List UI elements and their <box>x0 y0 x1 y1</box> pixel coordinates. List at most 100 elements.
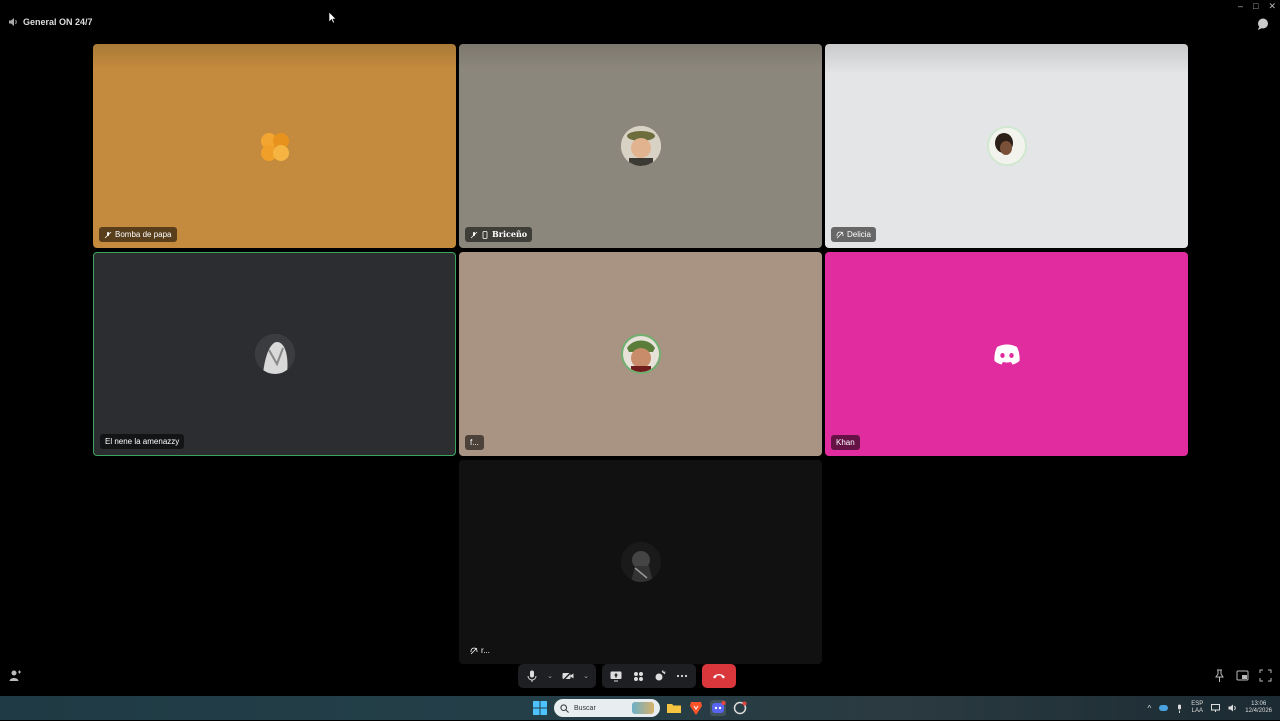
participant-name-tag: Bomba de papa <box>99 227 177 242</box>
participant-name: f... <box>470 438 479 447</box>
onedrive-icon[interactable] <box>1159 705 1169 711</box>
language-indicator[interactable]: ESP LAA <box>1191 701 1203 715</box>
screen-share-icon <box>610 671 622 681</box>
network-icon[interactable] <box>1211 704 1221 712</box>
more-icon <box>676 674 688 678</box>
windows-taskbar: Buscar ^ ESP LAA 13:06 12/4/2026 <box>0 696 1280 720</box>
search-icon <box>560 703 569 713</box>
participant-tile[interactable]: Briceño <box>459 44 822 248</box>
end-call-button[interactable] <box>702 664 736 688</box>
avatar <box>254 334 295 374</box>
picture-in-picture-button[interactable] <box>1236 669 1249 682</box>
activities-icon <box>633 671 643 681</box>
end-call-icon <box>713 674 725 679</box>
brave-lion-icon <box>690 702 702 715</box>
maximize-button[interactable]: □ <box>1253 1 1258 11</box>
language-code: ESP <box>1191 701 1204 707</box>
participant-name-tag: Khan <box>831 435 860 450</box>
activities-button[interactable] <box>630 668 646 684</box>
participant-name: Bomba de papa <box>115 230 172 239</box>
window-controls: – □ ✕ <box>1238 0 1276 12</box>
participant-name-tag: Delicia <box>831 227 877 242</box>
participant-tile[interactable]: Khan <box>825 252 1188 456</box>
search-placeholder: Buscar <box>574 704 596 712</box>
speaker-icon <box>9 18 17 26</box>
camera-off-icon <box>562 671 574 681</box>
close-button[interactable]: ✕ <box>1268 1 1276 12</box>
mobile-icon <box>482 230 488 239</box>
channel-name: General ON 24/7 <box>23 17 93 27</box>
participant-name: r... <box>481 646 490 655</box>
participant-name-tag: Briceño <box>465 227 533 242</box>
chevron-down-icon: ⌄ <box>547 673 553 680</box>
avatar <box>986 126 1027 166</box>
system-tray: ^ ESP LAA 13:06 12/4/2026 <box>1148 698 1272 718</box>
participant-name-tag: El nene la amenazzy <box>100 434 185 449</box>
app-taskbar-button[interactable] <box>732 700 748 716</box>
fullscreen-button[interactable] <box>1259 669 1272 682</box>
view-controls <box>1213 669 1272 682</box>
microphone-options-button[interactable]: ⌄ <box>546 668 554 684</box>
call-controls: ⌄ ⌄ <box>518 664 736 688</box>
chevron-up-icon[interactable]: ^ <box>1148 704 1152 713</box>
participant-tile[interactable]: Bomba de papa <box>93 44 456 248</box>
title-bar: – □ ✕ <box>0 0 1280 12</box>
deafened-icon <box>836 231 844 238</box>
add-user-icon <box>9 670 21 681</box>
avatar <box>620 334 661 374</box>
participant-tile-speaking[interactable]: El nene la amenazzy <box>93 252 456 456</box>
participant-name-tag: r... <box>465 643 495 658</box>
chat-bubble-icon <box>1258 18 1268 30</box>
pin-icon <box>1215 669 1224 682</box>
clock-time: 13:06 <box>1251 701 1267 707</box>
circular-app-icon <box>733 701 747 715</box>
microphone-button[interactable] <box>524 668 540 684</box>
pop-out-button[interactable] <box>1213 669 1226 682</box>
deafened-icon <box>470 647 478 654</box>
fullscreen-icon <box>1259 669 1272 682</box>
participant-tile[interactable]: f... <box>459 252 822 456</box>
clock-date: 12/4/2026 <box>1245 708 1272 714</box>
windows-logo-icon <box>533 701 547 715</box>
microphone-tray-icon[interactable] <box>1176 704 1183 713</box>
clock[interactable]: 13:06 12/4/2026 <box>1245 701 1272 715</box>
file-explorer-button[interactable] <box>666 700 682 716</box>
start-button[interactable] <box>532 700 548 716</box>
avatar <box>987 334 1027 374</box>
camera-button[interactable] <box>560 668 576 684</box>
mic-muted-icon <box>470 231 478 238</box>
participant-name: Briceño <box>492 229 528 239</box>
brave-browser-button[interactable] <box>688 700 704 716</box>
participant-name: Khan <box>836 438 855 447</box>
microphone-icon <box>527 670 537 682</box>
participant-name: El nene la amenazzy <box>105 437 180 446</box>
more-options-button[interactable] <box>674 668 690 684</box>
avatar <box>620 126 661 166</box>
channel-header: General ON 24/7 <box>8 17 93 27</box>
pip-icon <box>1236 670 1249 681</box>
screen-share-button[interactable] <box>608 668 624 684</box>
participant-tile[interactable]: Delicia <box>825 44 1188 248</box>
taskbar-search[interactable]: Buscar <box>554 699 660 717</box>
avatar <box>254 126 295 166</box>
folder-icon <box>667 704 681 713</box>
discord-icon <box>712 701 726 713</box>
minimize-button[interactable]: – <box>1238 1 1243 11</box>
keyboard-layout: LAA <box>1191 708 1203 714</box>
participant-name-tag: f... <box>465 435 484 450</box>
volume-icon[interactable] <box>1228 704 1237 712</box>
camera-options-button[interactable]: ⌄ <box>582 668 590 684</box>
chat-button[interactable] <box>1256 17 1270 31</box>
participant-name: Delicia <box>847 230 872 239</box>
soundboard-icon <box>655 670 666 681</box>
audio-video-group: ⌄ ⌄ <box>518 664 596 688</box>
invite-button[interactable] <box>8 669 21 682</box>
discord-taskbar-button[interactable] <box>710 700 726 716</box>
avatar <box>620 542 661 582</box>
soundboard-button[interactable] <box>652 668 668 684</box>
discord-logo-icon <box>993 344 1020 365</box>
chevron-down-icon: ⌄ <box>583 673 589 680</box>
mic-muted-icon <box>104 231 112 238</box>
participant-tile[interactable]: r... <box>459 460 822 664</box>
search-highlight-icon <box>632 702 654 714</box>
